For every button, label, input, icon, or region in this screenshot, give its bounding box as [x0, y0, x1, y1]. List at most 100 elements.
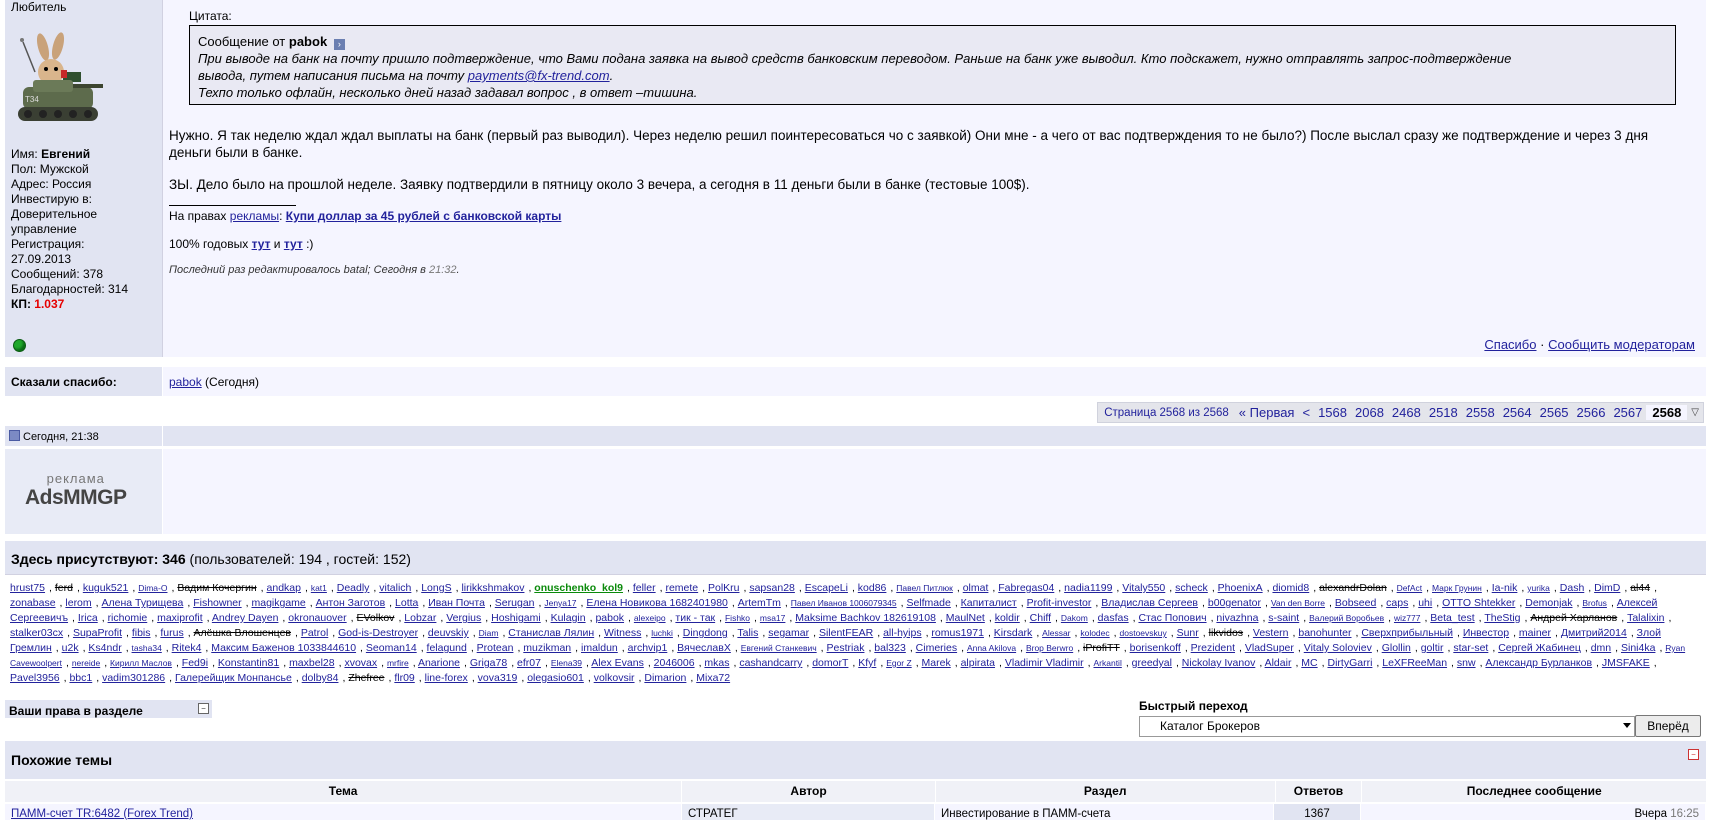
online-user-link[interactable]: Prezident: [1191, 642, 1235, 654]
online-user-link[interactable]: Максим Баженов 1033844610: [211, 642, 356, 654]
online-user-link[interactable]: Dingdong: [683, 627, 728, 639]
online-user-link[interactable]: Diam: [479, 628, 499, 638]
online-user-link[interactable]: Fishko: [725, 613, 750, 623]
online-user-link[interactable]: caps: [1386, 597, 1408, 609]
online-user-link[interactable]: furus: [160, 627, 183, 639]
online-user-link[interactable]: fibis: [132, 627, 151, 639]
online-user-link[interactable]: OTTO Shtekker: [1442, 597, 1515, 609]
user-avatar[interactable]: T34: [13, 32, 113, 132]
online-user-link[interactable]: mrfire: [387, 658, 409, 668]
online-user-link[interactable]: Profit-investor: [1027, 597, 1092, 609]
online-user-link[interactable]: borisenkoff: [1130, 642, 1181, 654]
quick-nav-select[interactable]: Каталог Брокеров: [1139, 716, 1635, 737]
online-user-link[interactable]: goltir: [1421, 642, 1444, 654]
online-user-link[interactable]: Seoman14: [366, 642, 417, 654]
online-user-link[interactable]: JMSFAKE: [1602, 657, 1650, 669]
online-user-link[interactable]: Bobseed: [1335, 597, 1376, 609]
online-user-link[interactable]: ВячеславХ: [677, 642, 731, 654]
online-user-link[interactable]: Антон Заготов: [316, 597, 386, 609]
online-user-link[interactable]: Fabregas04: [998, 582, 1054, 594]
online-user-link[interactable]: Vitaly Soloviev: [1304, 642, 1372, 654]
online-user-link[interactable]: wiz777: [1394, 613, 1420, 623]
online-user-link[interactable]: Kirsdark: [994, 627, 1033, 639]
online-user-link[interactable]: Andrey Dayen: [212, 612, 279, 624]
online-user-link[interactable]: LongS: [421, 582, 451, 594]
online-user-link[interactable]: flr09: [394, 672, 414, 684]
online-user-link[interactable]: remete: [665, 582, 698, 594]
online-user-link[interactable]: Van den Borre: [1271, 598, 1325, 608]
online-user-link[interactable]: Maksime Bachkov 182619108: [795, 612, 936, 624]
online-user-link[interactable]: ferd: [55, 582, 73, 594]
online-user-link[interactable]: MC: [1301, 657, 1317, 669]
online-user-link[interactable]: Lotta: [395, 597, 418, 609]
online-user-link[interactable]: xvovax: [344, 657, 377, 669]
col-last-post[interactable]: Последнее сообщение: [1362, 781, 1706, 802]
online-user-link[interactable]: Demonjak: [1525, 597, 1572, 609]
online-user-link[interactable]: Владислав Сергеев: [1101, 597, 1198, 609]
online-user-link[interactable]: Beta_test: [1430, 612, 1474, 624]
online-user-link[interactable]: star-set: [1453, 642, 1488, 654]
online-user-link[interactable]: Pestriak: [827, 642, 865, 654]
col-topic[interactable]: Тема: [5, 781, 683, 802]
page-link[interactable]: 2566: [1577, 405, 1606, 420]
online-user-link[interactable]: EscapeLi: [805, 582, 848, 594]
online-user-link[interactable]: mainer: [1519, 627, 1551, 639]
online-user-link[interactable]: DimD: [1594, 582, 1620, 594]
online-user-link[interactable]: zonabase: [10, 597, 56, 609]
online-user-link[interactable]: Protean: [477, 642, 514, 654]
online-user-link[interactable]: Елена Новикова 1682401980: [586, 597, 728, 609]
online-user-link[interactable]: Vitaly550: [1122, 582, 1165, 594]
collapse-icon[interactable]: −: [1688, 749, 1699, 760]
online-user-link[interactable]: тик - так: [675, 612, 715, 624]
page-link[interactable]: 2564: [1503, 405, 1532, 420]
online-user-link[interactable]: nereide: [72, 658, 100, 668]
online-user-link[interactable]: Капиталист: [961, 597, 1017, 609]
online-user-link[interactable]: Talis: [737, 627, 758, 639]
online-user-link[interactable]: Сверхприбыльный: [1361, 627, 1453, 639]
online-user-link[interactable]: Griga78: [470, 657, 507, 669]
online-user-link[interactable]: Галерейщик Монпансье: [175, 672, 292, 684]
online-user-link[interactable]: SupaProfit: [73, 627, 122, 639]
online-user-link[interactable]: Brofus: [1582, 598, 1607, 608]
online-user-link[interactable]: okronauover: [288, 612, 346, 624]
ads-link[interactable]: рекламы: [230, 209, 279, 223]
online-user-link[interactable]: koldir: [995, 612, 1020, 624]
online-user-link[interactable]: Dakom: [1061, 613, 1088, 623]
online-user-link[interactable]: PolKru: [708, 582, 740, 594]
online-user-link[interactable]: alexandrDolan: [1319, 582, 1387, 594]
online-user-link[interactable]: snw: [1457, 657, 1476, 669]
online-user-link[interactable]: muzikman: [523, 642, 571, 654]
online-user-link[interactable]: Павел Питлюк: [896, 583, 953, 593]
online-user-link[interactable]: Dimarion: [644, 672, 686, 684]
here-link-2[interactable]: тут: [284, 237, 303, 251]
online-user-link[interactable]: Serugan: [495, 597, 535, 609]
online-user-link[interactable]: Fed9i: [182, 657, 208, 669]
online-user-link[interactable]: PhoenixA: [1218, 582, 1263, 594]
online-user-link[interactable]: Кирилл Маслов: [110, 658, 172, 668]
online-user-link[interactable]: felagund: [427, 642, 467, 654]
online-user-link[interactable]: DirtyGarri: [1327, 657, 1372, 669]
online-user-link[interactable]: Mixa72: [696, 672, 730, 684]
online-user-link[interactable]: Fishowner: [193, 597, 241, 609]
online-user-link[interactable]: LeXFReeMan: [1382, 657, 1447, 669]
online-user-link[interactable]: alexeipo: [634, 613, 666, 623]
online-user-link[interactable]: God-is-Destroyer: [338, 627, 418, 639]
online-user-link[interactable]: Ritek4: [172, 642, 202, 654]
online-user-link[interactable]: archvip1: [628, 642, 668, 654]
online-user-link[interactable]: Alex Evans: [591, 657, 644, 669]
online-user-link[interactable]: Aldair: [1265, 657, 1292, 669]
online-user-link[interactable]: Chiff: [1030, 612, 1051, 624]
quick-nav-go-button[interactable]: Вперёд: [1635, 715, 1701, 737]
online-user-link[interactable]: line-forex: [425, 672, 468, 684]
online-user-link[interactable]: Алёшка Влошенцев: [194, 627, 291, 639]
page-info[interactable]: Страница 2568 из 2568: [1098, 407, 1235, 419]
page-link[interactable]: 2565: [1540, 405, 1569, 420]
online-user-link[interactable]: TheStig: [1484, 612, 1520, 624]
online-user-link[interactable]: Станислав Лялин: [508, 627, 594, 639]
online-user-link[interactable]: SilentFEAR: [819, 627, 873, 639]
online-user-link[interactable]: richomie: [108, 612, 148, 624]
report-button[interactable]: Сообщить модераторам: [1548, 337, 1695, 352]
online-user-link[interactable]: EVolkov: [356, 612, 394, 624]
online-user-link[interactable]: Zhefree: [348, 672, 384, 684]
page-link[interactable]: 2558: [1466, 405, 1495, 420]
